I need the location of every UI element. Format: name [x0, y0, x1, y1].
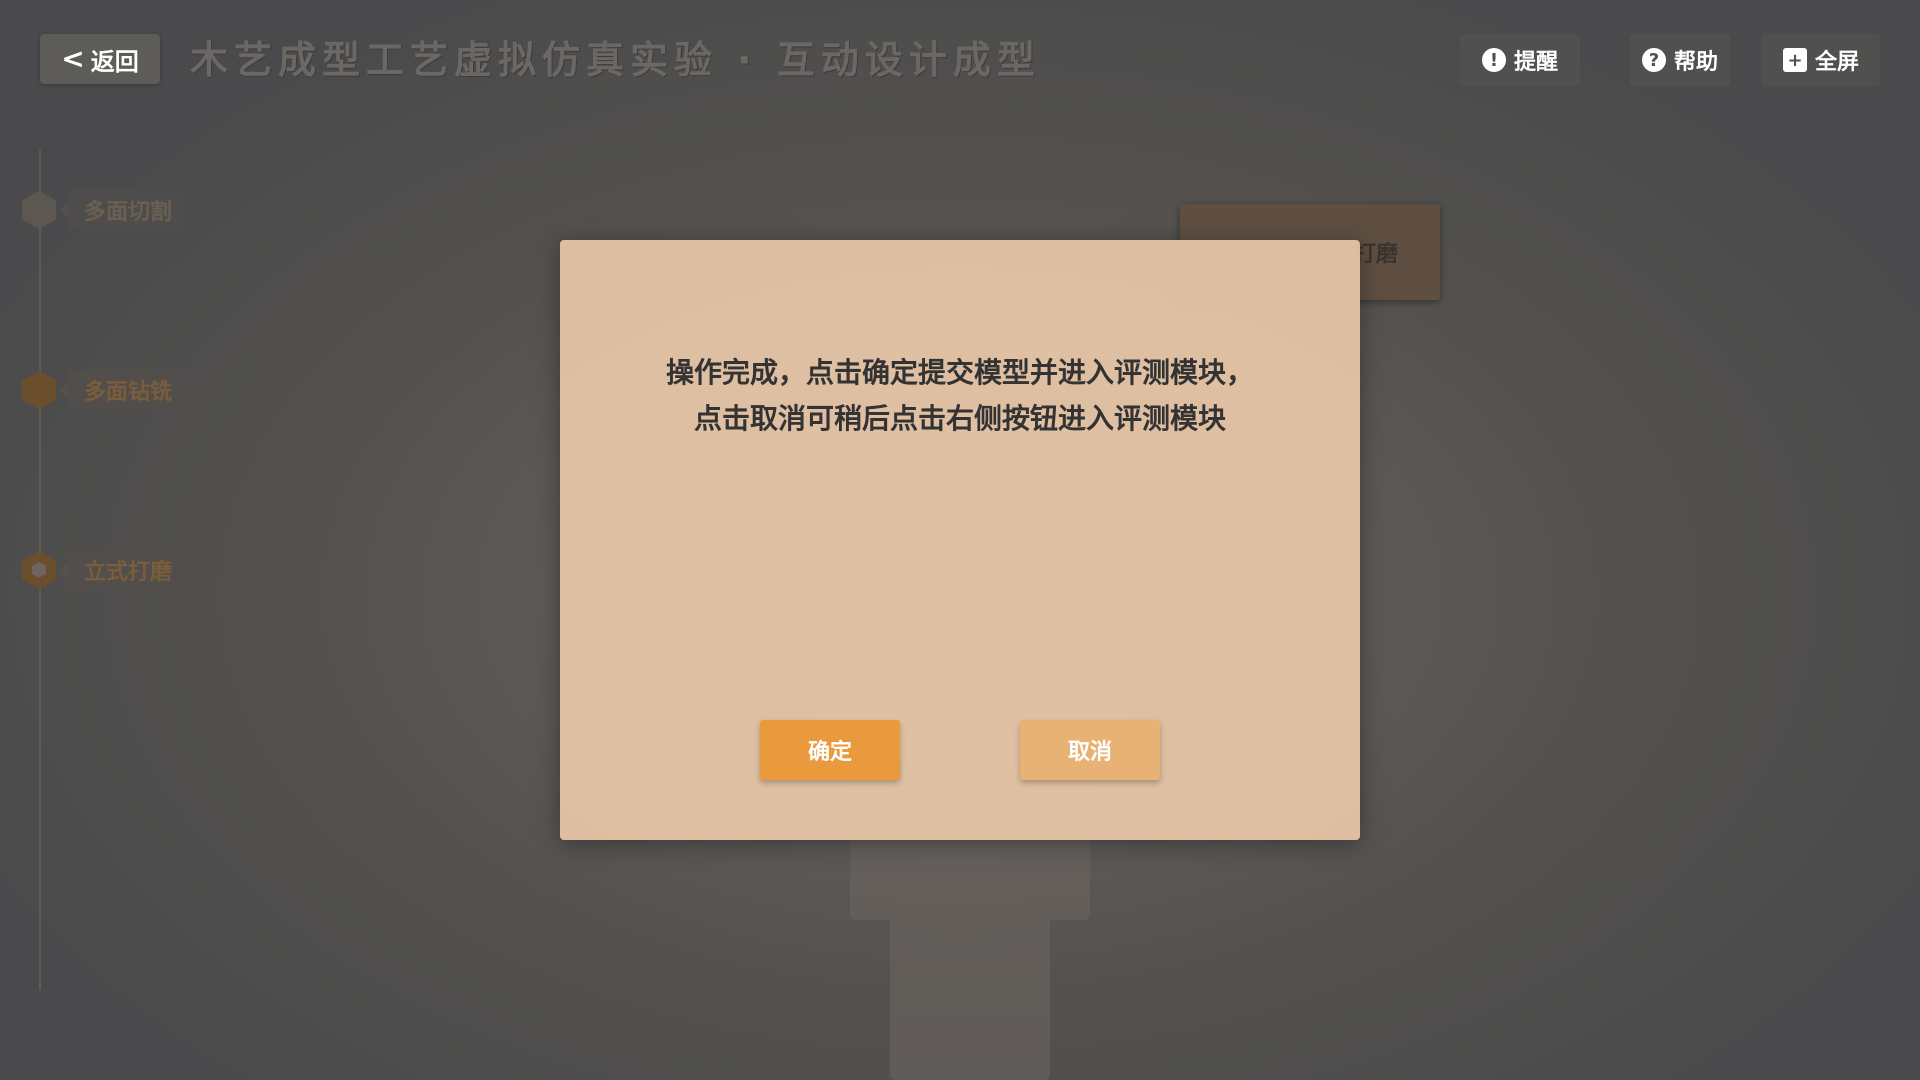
confirm-dialog: 操作完成，点击确定提交模型并进入评测模块， 点击取消可稍后点击右侧按钮进入评测模… [560, 240, 1360, 840]
back-label: 返回 [90, 47, 139, 76]
hexagon-icon [22, 191, 56, 229]
page-title: 木艺成型工艺虚拟仿真实验 · 互动设计成型 [190, 38, 1041, 82]
step-item-sanding[interactable]: 立式打磨 [22, 550, 185, 590]
dialog-message: 操作完成，点击确定提交模型并进入评测模块， 点击取消可稍后点击右侧按钮进入评测模… [560, 350, 1360, 442]
dialog-message-line: 点击取消可稍后点击右侧按钮进入评测模块 [693, 402, 1226, 435]
lightbulb-icon: ! [1481, 48, 1506, 72]
fullscreen-button[interactable]: + 全屏 [1762, 34, 1880, 86]
fullscreen-icon: + [1782, 48, 1807, 72]
back-button[interactable]: < 返回 [40, 34, 160, 84]
cancel-button[interactable]: 取消 [1020, 720, 1160, 780]
step-label: 多面钻铣 [59, 370, 185, 410]
question-icon: ? [1641, 48, 1666, 72]
step-label: 多面切割 [59, 190, 185, 230]
remind-button[interactable]: ! 提醒 [1460, 34, 1580, 86]
hexagon-icon [22, 551, 56, 589]
remind-label: 提醒 [1513, 50, 1558, 75]
help-button[interactable]: ? 帮助 [1630, 34, 1730, 86]
back-chevron-icon: < [61, 42, 85, 75]
confirm-button[interactable]: 确定 [760, 720, 900, 780]
help-label: 帮助 [1673, 50, 1718, 75]
dialog-message-line: 操作完成，点击确定提交模型并进入评测模块， [665, 356, 1254, 389]
hexagon-icon [22, 371, 56, 409]
step-item-cutting[interactable]: 多面切割 [22, 190, 185, 230]
fullscreen-label: 全屏 [1814, 50, 1859, 75]
top-bar: < 返回 木艺成型工艺虚拟仿真实验 · 互动设计成型 ! 提醒 ? 帮助 + 全… [0, 0, 1920, 120]
step-item-drilling[interactable]: 多面钻铣 [22, 370, 185, 410]
step-label: 立式打磨 [59, 550, 185, 590]
